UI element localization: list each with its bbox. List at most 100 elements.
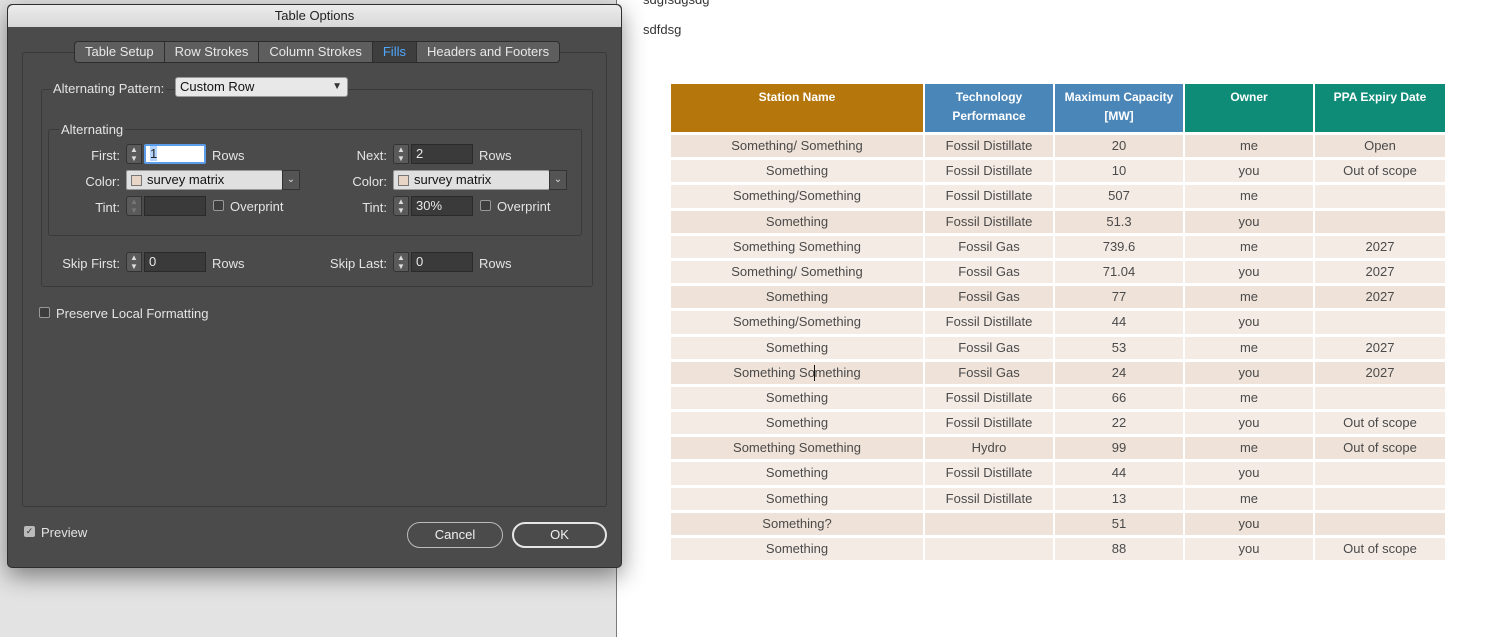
cell-owner[interactable]: you: [1185, 361, 1313, 384]
cell-ppa-expiry[interactable]: 2027: [1315, 361, 1445, 384]
cell-owner[interactable]: me: [1185, 185, 1313, 208]
chevron-down-icon[interactable]: ⌄: [549, 170, 567, 190]
tab-column-strokes[interactable]: Column Strokes: [259, 42, 373, 62]
first-tint-input[interactable]: [144, 196, 206, 216]
cell-technology[interactable]: Fossil Gas: [925, 260, 1053, 284]
chevron-down-icon[interactable]: ⌄: [282, 170, 300, 190]
cell-ppa-expiry[interactable]: [1315, 210, 1445, 233]
cell-ppa-expiry[interactable]: Out of scope: [1315, 437, 1445, 460]
cell-technology[interactable]: Fossil Gas: [925, 361, 1053, 384]
cell-owner[interactable]: you: [1185, 210, 1313, 233]
cell-owner[interactable]: me: [1185, 437, 1313, 460]
cell-technology[interactable]: Fossil Distillate: [925, 160, 1053, 183]
cell-owner[interactable]: me: [1185, 487, 1313, 510]
skip-first-stepper[interactable]: ▲ ▼: [126, 252, 142, 272]
next-tint-input[interactable]: 30%: [411, 196, 473, 216]
cell-station-name[interactable]: Something Something: [671, 437, 923, 460]
tab-row-strokes[interactable]: Row Strokes: [165, 42, 260, 62]
cell-technology[interactable]: Fossil Distillate: [925, 462, 1053, 485]
cell-technology[interactable]: Fossil Gas: [925, 286, 1053, 309]
cell-technology[interactable]: Fossil Distillate: [925, 185, 1053, 208]
cell-ppa-expiry[interactable]: [1315, 311, 1445, 334]
cell-capacity[interactable]: 10: [1055, 160, 1183, 183]
cell-station-name[interactable]: Something: [671, 386, 923, 410]
cell-capacity[interactable]: 71.04: [1055, 260, 1183, 284]
column-header-owner[interactable]: Owner: [1185, 84, 1313, 132]
cell-capacity[interactable]: 44: [1055, 462, 1183, 485]
cell-capacity[interactable]: 51.3: [1055, 210, 1183, 233]
cell-capacity[interactable]: 77: [1055, 286, 1183, 309]
cell-technology[interactable]: [925, 512, 1053, 535]
preview-checkbox[interactable]: ✓: [24, 526, 35, 537]
paragraph-text[interactable]: sdfdsg: [643, 22, 681, 37]
cell-ppa-expiry[interactable]: [1315, 185, 1445, 208]
column-header-capacity[interactable]: Maximum Capacity [MW]: [1055, 84, 1183, 132]
cell-capacity[interactable]: 24: [1055, 361, 1183, 384]
cell-technology[interactable]: Fossil Distillate: [925, 311, 1053, 334]
cell-ppa-expiry[interactable]: 2027: [1315, 235, 1445, 258]
paragraph-text[interactable]: sdgfsdgsdg: [643, 0, 710, 7]
cell-capacity[interactable]: 20: [1055, 135, 1183, 158]
cell-station-name[interactable]: Something: [671, 462, 923, 485]
cell-station-name[interactable]: Something: [671, 538, 923, 561]
cell-ppa-expiry[interactable]: Out of scope: [1315, 538, 1445, 561]
first-rows-input[interactable]: 1: [144, 144, 206, 164]
cell-ppa-expiry[interactable]: Open: [1315, 135, 1445, 158]
skip-first-input[interactable]: 0: [144, 252, 206, 272]
next-tint-stepper[interactable]: ▲ ▼: [393, 196, 409, 216]
cell-capacity[interactable]: 22: [1055, 412, 1183, 435]
cell-ppa-expiry[interactable]: 2027: [1315, 260, 1445, 284]
cell-technology[interactable]: Fossil Distillate: [925, 135, 1053, 158]
column-header-ppa-expiry[interactable]: PPA Expiry Date: [1315, 84, 1445, 132]
cell-station-name[interactable]: Something/ Something: [671, 135, 923, 158]
cell-station-name[interactable]: Something: [671, 210, 923, 233]
column-header-technology[interactable]: Technology Performance: [925, 84, 1053, 132]
cell-station-name[interactable]: Something Something: [671, 361, 923, 384]
cell-technology[interactable]: Fossil Distillate: [925, 487, 1053, 510]
cell-capacity[interactable]: 13: [1055, 487, 1183, 510]
cell-owner[interactable]: you: [1185, 260, 1313, 284]
cell-technology[interactable]: Fossil Distillate: [925, 386, 1053, 410]
cell-owner[interactable]: you: [1185, 538, 1313, 561]
cell-capacity[interactable]: 88: [1055, 538, 1183, 561]
cell-ppa-expiry[interactable]: [1315, 487, 1445, 510]
document-table[interactable]: Station Name Technology Performance Maxi…: [671, 84, 1445, 563]
cell-ppa-expiry[interactable]: 2027: [1315, 336, 1445, 359]
cell-technology[interactable]: Fossil Distillate: [925, 210, 1053, 233]
cell-owner[interactable]: me: [1185, 286, 1313, 309]
cell-owner[interactable]: you: [1185, 311, 1313, 334]
cell-capacity[interactable]: 507: [1055, 185, 1183, 208]
cell-station-name[interactable]: Something?: [671, 512, 923, 535]
first-overprint-checkbox[interactable]: [213, 200, 224, 211]
cancel-button[interactable]: Cancel: [407, 522, 503, 548]
cell-ppa-expiry[interactable]: Out of scope: [1315, 160, 1445, 183]
cell-station-name[interactable]: Something/Something: [671, 185, 923, 208]
tab-fills[interactable]: Fills: [372, 42, 417, 62]
cell-ppa-expiry[interactable]: [1315, 386, 1445, 410]
next-overprint-checkbox[interactable]: [480, 200, 491, 211]
tab-table-setup[interactable]: Table Setup: [75, 42, 165, 62]
cell-station-name[interactable]: Something: [671, 160, 923, 183]
cell-owner[interactable]: me: [1185, 135, 1313, 158]
cell-technology[interactable]: Hydro: [925, 437, 1053, 460]
document-page[interactable]: sdgfsdgsdg sdfdsg Station Name Technolog…: [616, 0, 1494, 637]
cell-owner[interactable]: me: [1185, 235, 1313, 258]
first-color-select[interactable]: survey matrix: [126, 170, 283, 190]
cell-station-name[interactable]: Something: [671, 286, 923, 309]
next-rows-input[interactable]: 2: [411, 144, 473, 164]
cell-capacity[interactable]: 51: [1055, 512, 1183, 535]
skip-last-stepper[interactable]: ▲ ▼: [393, 252, 409, 272]
ok-button[interactable]: OK: [512, 522, 607, 548]
column-header-station-name[interactable]: Station Name: [671, 84, 923, 132]
cell-capacity[interactable]: 53: [1055, 336, 1183, 359]
cell-capacity[interactable]: 739.6: [1055, 235, 1183, 258]
cell-capacity[interactable]: 99: [1055, 437, 1183, 460]
cell-technology[interactable]: Fossil Gas: [925, 336, 1053, 359]
cell-owner[interactable]: you: [1185, 160, 1313, 183]
cell-capacity[interactable]: 44: [1055, 311, 1183, 334]
cell-owner[interactable]: me: [1185, 386, 1313, 410]
alternating-pattern-select[interactable]: Custom Row ▼: [175, 77, 348, 97]
cell-ppa-expiry[interactable]: Out of scope: [1315, 412, 1445, 435]
cell-technology[interactable]: Fossil Gas: [925, 235, 1053, 258]
cell-station-name[interactable]: Something: [671, 487, 923, 510]
